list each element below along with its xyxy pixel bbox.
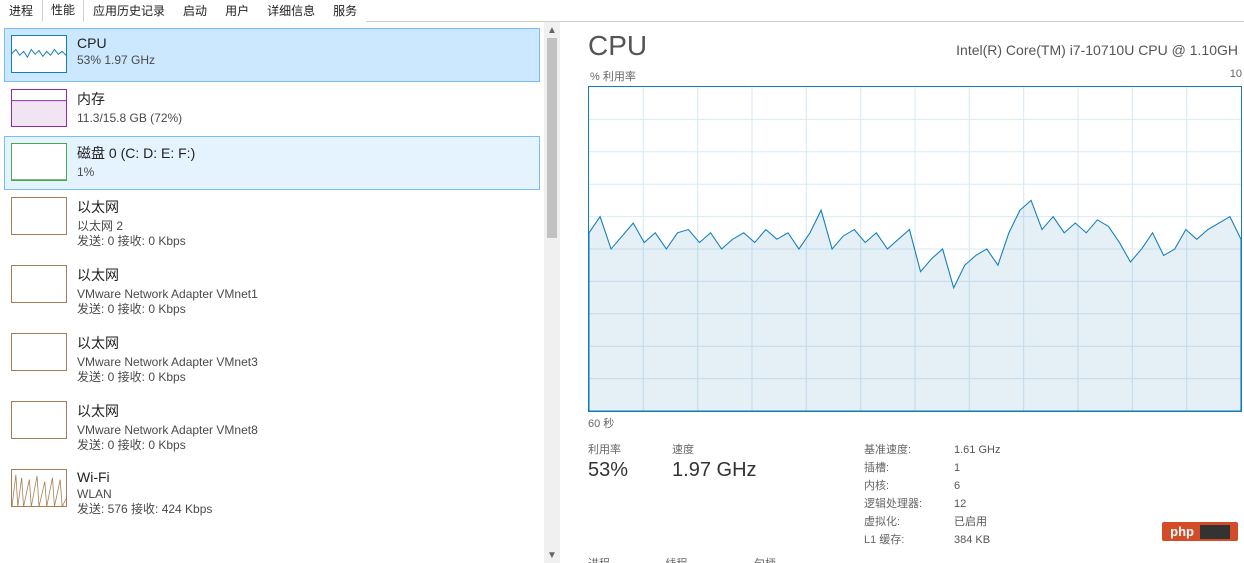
page-title: CPU — [588, 30, 647, 62]
scroll-track[interactable] — [544, 38, 560, 547]
performance-sidebar: CPU 53% 1.97 GHz 内存 11.3/15.8 GB (72%) — [0, 22, 544, 563]
info-virt-key: 虚拟化: — [864, 513, 944, 531]
tab-details[interactable]: 详细信息 — [258, 0, 324, 22]
sidebar-item-ethernet-1[interactable]: 以太网 以太网 2 发送: 0 接收: 0 Kbps — [4, 190, 540, 258]
scroll-thumb[interactable] — [547, 38, 557, 238]
sidebar-eth2-line2: VMware Network Adapter VMnet1 — [77, 287, 258, 302]
sidebar-wifi-line2: WLAN — [77, 487, 212, 502]
sidebar-item-wifi[interactable]: Wi-Fi WLAN 发送: 576 接收: 424 Kbps — [4, 462, 540, 526]
disk-sparkline-icon — [11, 143, 67, 181]
sidebar-eth3-line2: VMware Network Adapter VMnet3 — [77, 355, 258, 370]
info-sockets-val: 1 — [954, 459, 960, 477]
sidebar-mem-title: 内存 — [77, 89, 182, 109]
cpu-detail-panel: CPU Intel(R) Core(TM) i7-10710U CPU @ 1.… — [560, 22, 1244, 563]
php-watermark-badge: php — [1162, 522, 1238, 541]
sidebar-eth2-line3: 发送: 0 接收: 0 Kbps — [77, 302, 258, 317]
info-lp-val: 12 — [954, 495, 966, 513]
sidebar-item-cpu[interactable]: CPU 53% 1.97 GHz — [4, 28, 540, 82]
sidebar-eth4-title: 以太网 — [77, 401, 258, 421]
stat-proc-label: 进程 — [588, 555, 621, 563]
wifi-sparkline-icon — [11, 469, 67, 507]
ethernet-sparkline-icon — [11, 197, 67, 235]
sidebar-item-disk[interactable]: 磁盘 0 (C: D: E: F:) 1% — [4, 136, 540, 190]
sidebar-item-ethernet-4[interactable]: 以太网 VMware Network Adapter VMnet8 发送: 0 … — [4, 394, 540, 462]
ethernet-sparkline-icon — [11, 333, 67, 371]
tab-startup[interactable]: 启动 — [174, 0, 216, 22]
stat-threads-label: 线程 — [665, 555, 710, 563]
sidebar-eth1-line2: 以太网 2 — [77, 219, 186, 234]
sidebar-eth1-title: 以太网 — [77, 197, 186, 217]
sidebar-scrollbar[interactable]: ▲ ▼ — [544, 22, 560, 563]
chart-ylabel: % 利用率 — [590, 68, 636, 84]
sidebar-eth3-line3: 发送: 0 接收: 0 Kbps — [77, 370, 258, 385]
chart-ymax: 10 — [1230, 68, 1242, 84]
tab-processes[interactable]: 进程 — [0, 0, 42, 22]
sidebar-eth1-line3: 发送: 0 接收: 0 Kbps — [77, 234, 186, 249]
cpu-utilization-chart[interactable] — [588, 86, 1242, 412]
info-l1-val: 384 KB — [954, 531, 990, 549]
stat-util-value: 53% — [588, 459, 628, 482]
memory-sparkline-icon — [11, 89, 67, 127]
chart-xlabel: 60 秒 — [588, 415, 1244, 431]
sidebar-eth3-title: 以太网 — [77, 333, 258, 353]
sidebar-wifi-title: Wi-Fi — [77, 469, 212, 485]
scroll-down-icon[interactable]: ▼ — [544, 547, 560, 563]
tab-app-history[interactable]: 应用历史记录 — [84, 0, 174, 22]
ethernet-sparkline-icon — [11, 401, 67, 439]
info-cores-val: 6 — [954, 477, 960, 495]
stat-speed-label: 速度 — [672, 441, 756, 457]
sidebar-item-memory[interactable]: 内存 11.3/15.8 GB (72%) — [4, 82, 540, 136]
info-virt-val: 已启用 — [954, 513, 987, 531]
sidebar-cpu-sub: 53% 1.97 GHz — [77, 53, 155, 68]
badge-block-icon — [1200, 525, 1230, 539]
info-l1-key: L1 缓存: — [864, 531, 944, 549]
sidebar-mem-sub: 11.3/15.8 GB (72%) — [77, 111, 182, 126]
sidebar-eth2-title: 以太网 — [77, 265, 258, 285]
php-badge-text: php — [1170, 524, 1194, 539]
info-cores-key: 内核: — [864, 477, 944, 495]
cpu-sparkline-icon — [11, 35, 67, 73]
sidebar-eth4-line2: VMware Network Adapter VMnet8 — [77, 423, 258, 438]
sidebar-eth4-line3: 发送: 0 接收: 0 Kbps — [77, 438, 258, 453]
stat-speed-value: 1.97 GHz — [672, 459, 756, 482]
ethernet-sparkline-icon — [11, 265, 67, 303]
scroll-up-icon[interactable]: ▲ — [544, 22, 560, 38]
sidebar-disk-sub: 1% — [77, 165, 195, 180]
tab-users[interactable]: 用户 — [216, 0, 258, 22]
stat-util-label: 利用率 — [588, 441, 628, 457]
sidebar-wifi-line3: 发送: 576 接收: 424 Kbps — [77, 502, 212, 517]
sidebar-item-ethernet-3[interactable]: 以太网 VMware Network Adapter VMnet3 发送: 0 … — [4, 326, 540, 394]
tab-bar: 进程 性能 应用历史记录 启动 用户 详细信息 服务 — [0, 0, 1244, 22]
tab-services[interactable]: 服务 — [324, 0, 366, 22]
info-base-val: 1.61 GHz — [954, 441, 1000, 459]
stat-handles-label: 句柄 — [754, 555, 819, 563]
tab-performance[interactable]: 性能 — [42, 0, 84, 22]
cpu-model: Intel(R) Core(TM) i7-10710U CPU @ 1.10GH — [956, 42, 1238, 58]
sidebar-item-ethernet-2[interactable]: 以太网 VMware Network Adapter VMnet1 发送: 0 … — [4, 258, 540, 326]
sidebar-cpu-title: CPU — [77, 35, 155, 51]
info-sockets-key: 插槽: — [864, 459, 944, 477]
sidebar-disk-title: 磁盘 0 (C: D: E: F:) — [77, 143, 195, 163]
info-base-key: 基准速度: — [864, 441, 944, 459]
info-lp-key: 逻辑处理器: — [864, 495, 944, 513]
